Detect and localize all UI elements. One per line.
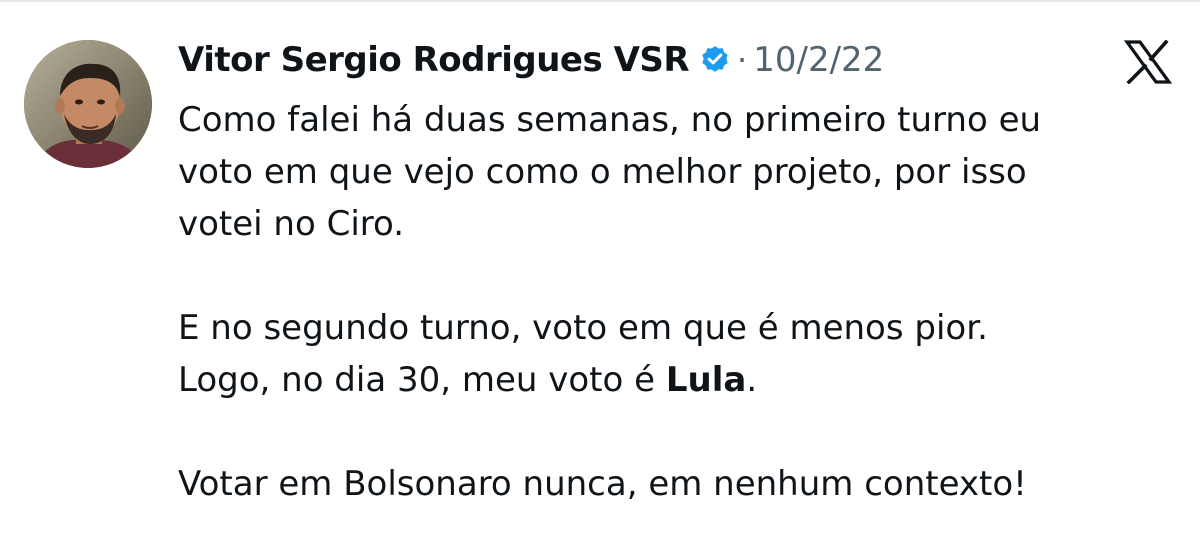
verified-badge-icon [699, 44, 731, 76]
tweet-line: Como falei há duas semanas, no primeiro … [178, 100, 1042, 140]
tweet-line: votei no Ciro. [178, 204, 405, 244]
tweet-card[interactable]: Vitor Sergio Rodrigues VSR · 10/2/22 Com… [0, 0, 1200, 549]
tweet-text: Como falei há duas semanas, no primeiro … [178, 94, 1188, 510]
tweet-header: Vitor Sergio Rodrigues VSR · 10/2/22 [178, 34, 884, 86]
avatar[interactable] [24, 40, 152, 168]
header-separator: · [737, 41, 748, 79]
tweet-date[interactable]: 10/2/22 [753, 40, 884, 80]
tweet-text-segment: Logo, no dia 30, meu voto é [178, 360, 666, 400]
tweet-bold-text: Lula [665, 360, 747, 400]
tweet-line: Logo, no dia 30, meu voto é Lula. [178, 354, 1188, 406]
tweet-line: E no segundo turno, voto em que é menos … [178, 308, 988, 348]
tweet-line: Votar em Bolsonaro nunca, em nenhum cont… [178, 464, 1027, 504]
x-logo-icon[interactable] [1124, 40, 1172, 84]
author-name[interactable]: Vitor Sergio Rodrigues VSR [178, 40, 690, 80]
tweet-text-segment: . [746, 360, 758, 400]
tweet-line: voto em que vejo como o melhor projeto, … [178, 152, 1027, 192]
avatar-photo [24, 40, 152, 168]
